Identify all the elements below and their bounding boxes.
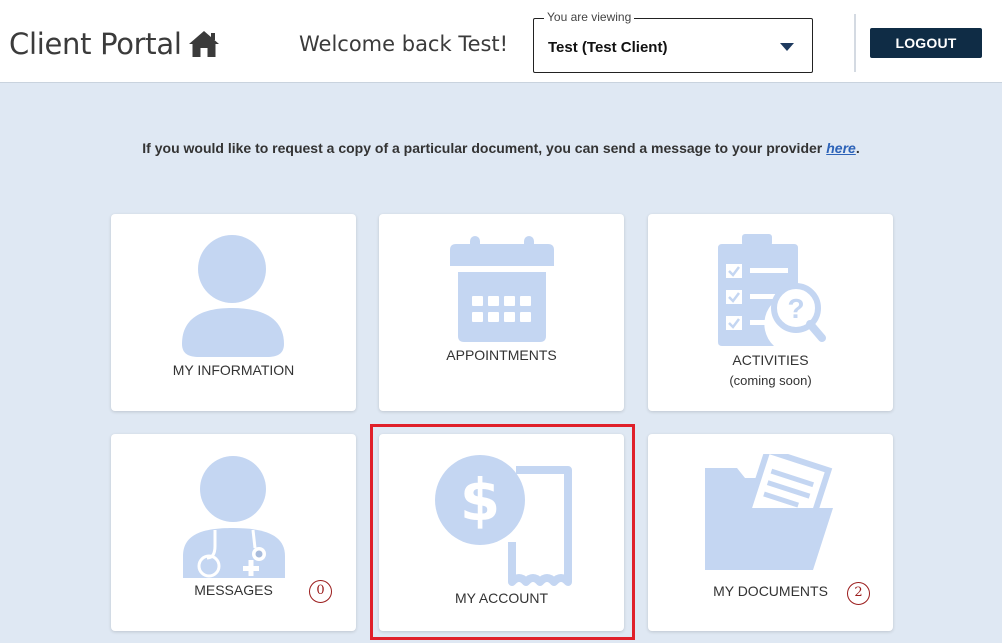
notice-suffix: . (855, 140, 860, 156)
tile-label: MY INFORMATION (172, 362, 295, 378)
tile-label: MY ACCOUNT (454, 590, 549, 606)
folder-icon (705, 454, 833, 570)
brand[interactable]: Client Portal (9, 27, 220, 61)
svg-text:?: ? (787, 293, 804, 324)
clipboard-icon: ? (718, 234, 826, 346)
calendar-icon (450, 236, 554, 342)
documents-count-badge: 2 (847, 582, 870, 605)
logout-button[interactable]: LOGOUT (870, 28, 982, 58)
messages-count-badge: 0 (309, 580, 332, 603)
dollar-receipt-icon: $ (435, 455, 572, 586)
notice-text: If you would like to request a copy of a… (142, 140, 823, 156)
document-request-notice: If you would like to request a copy of a… (0, 140, 1002, 156)
caret-down-icon[interactable] (780, 43, 794, 51)
doctor-icon (183, 456, 285, 578)
user-icon (182, 235, 284, 357)
client-selector[interactable]: You are viewing Test (Test Client) (533, 10, 813, 73)
header-divider (854, 14, 856, 72)
client-selector-value: Test (Test Client) (548, 39, 668, 56)
welcome-message: Welcome back Test! (299, 32, 509, 56)
tile-my-documents[interactable]: MY DOCUMENTS 2 (648, 434, 893, 631)
brand-title: Client Portal (9, 27, 182, 61)
tile-label: APPOINTMENTS (446, 347, 557, 363)
notice-link[interactable]: here (826, 140, 856, 156)
header: Client Portal Welcome back Test! You are… (0, 0, 1002, 83)
client-selector-legend: You are viewing (544, 10, 635, 24)
tile-appointments[interactable]: APPOINTMENTS (379, 214, 624, 411)
tile-my-information[interactable]: MY INFORMATION (111, 214, 356, 411)
tile-activities[interactable]: ? ACTIVITIES (coming soon) (648, 214, 893, 411)
tile-my-account[interactable]: $ MY ACCOUNT (379, 434, 624, 631)
tile-label: ACTIVITIES (732, 352, 809, 368)
home-icon (188, 31, 219, 57)
tile-sublabel: (coming soon) (729, 373, 812, 388)
svg-text:$: $ (460, 466, 500, 534)
tile-messages[interactable]: MESSAGES 0 (111, 434, 356, 631)
